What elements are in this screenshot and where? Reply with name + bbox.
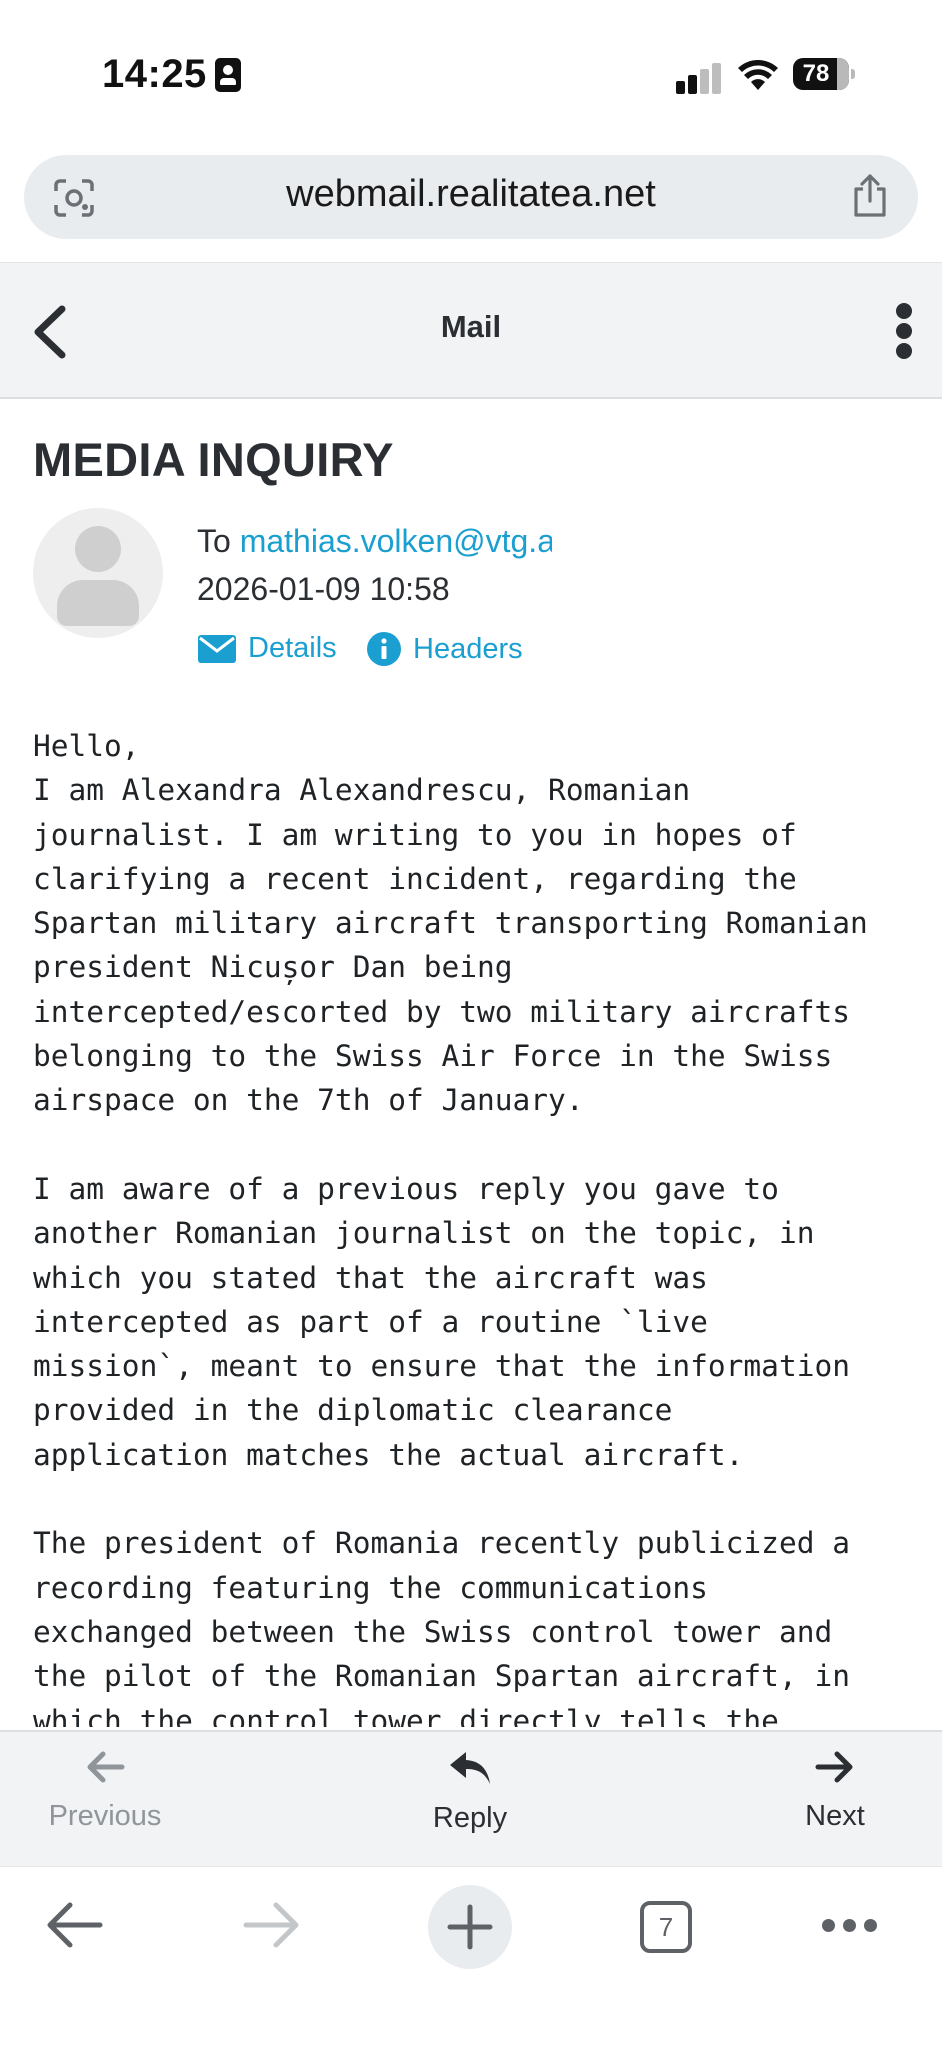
next-label[interactable]: Next — [770, 1800, 900, 1833]
avatar — [33, 508, 163, 638]
wifi-icon — [738, 60, 778, 90]
mail-toolbar: Previous Reply Next — [0, 1730, 942, 1866]
message-body: Hello, I am Alexandra Alexandrescu, Roma… — [33, 729, 868, 1727]
headers-label[interactable]: Headers — [413, 633, 523, 666]
share-icon[interactable] — [850, 173, 890, 219]
more-horizontal-icon[interactable] — [822, 1919, 878, 1933]
reply-icon — [450, 1752, 490, 1784]
browser-toolbar: 7 — [0, 1866, 942, 2049]
url-bar[interactable]: webmail.realitatea.net — [24, 155, 918, 239]
arrow-left-icon — [87, 1751, 125, 1783]
recipient-address-link[interactable]: mathias.volken@vtg.admin.ch — [240, 523, 552, 559]
battery-icon: 78 — [793, 58, 857, 92]
message-date: 2026-01-09 10:58 — [197, 571, 450, 607]
url-text[interactable]: webmail.realitatea.net — [24, 173, 918, 216]
details-link[interactable]: Details — [198, 632, 337, 665]
details-label[interactable]: Details — [248, 632, 337, 665]
previous-button[interactable]: Previous — [40, 1750, 170, 1833]
mail-header: Mail — [0, 262, 942, 399]
envelope-icon — [198, 634, 236, 663]
status-bar: 14:25 78 — [0, 0, 942, 150]
battery-level: 78 — [802, 60, 830, 87]
info-icon — [367, 632, 401, 666]
plus-icon — [447, 1904, 493, 1950]
previous-label[interactable]: Previous — [40, 1800, 170, 1833]
recipient-line: To mathias.volken@vtg.admin.ch — [197, 523, 552, 560]
reply-button[interactable]: Reply — [400, 1750, 540, 1835]
header-title: Mail — [440, 309, 502, 344]
reply-label[interactable]: Reply — [400, 1802, 540, 1835]
tabs-icon[interactable]: 7 — [640, 1901, 692, 1953]
back-arrow-icon[interactable] — [44, 1897, 104, 1953]
signal-icon — [676, 62, 722, 94]
to-label: To — [197, 523, 231, 559]
headers-link[interactable]: Headers — [367, 632, 523, 666]
new-tab-button[interactable] — [428, 1885, 512, 1969]
arrow-right-icon — [815, 1751, 853, 1783]
id-card-icon — [215, 58, 241, 92]
forward-arrow-icon[interactable] — [242, 1897, 302, 1953]
status-time: 14:25 — [102, 52, 207, 96]
message-subject: MEDIA INQUIRY — [33, 433, 394, 486]
more-vertical-icon[interactable] — [892, 303, 916, 359]
next-button[interactable]: Next — [770, 1750, 900, 1833]
